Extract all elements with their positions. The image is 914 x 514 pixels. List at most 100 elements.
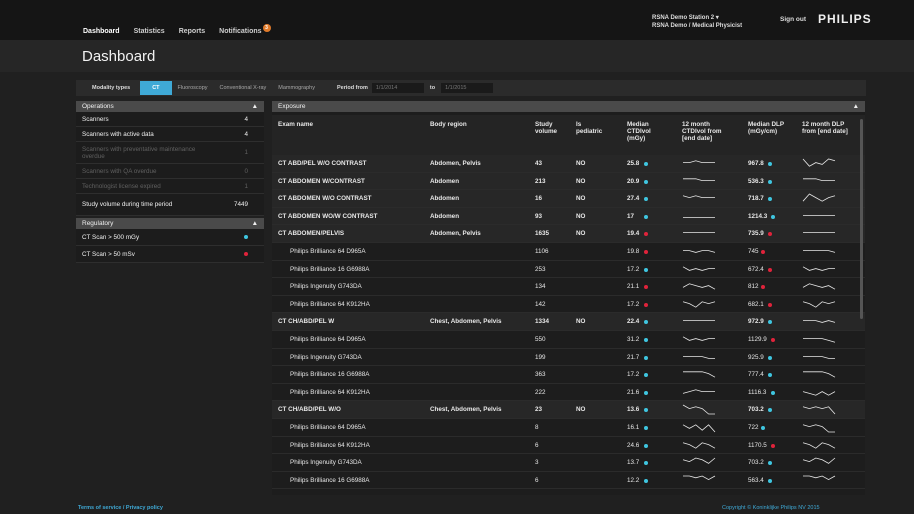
col-12mo-dlp[interactable]: 12 month DLP from [end date]: [802, 121, 852, 135]
col-median-ctdivol[interactable]: Median CTDIvol (mGy): [627, 121, 657, 142]
trend-sparkline[interactable]: [682, 246, 716, 257]
study-volume: 222: [535, 388, 546, 396]
period-from-input[interactable]: 1/1/2014: [371, 83, 424, 93]
median-dlp: 1116.3: [748, 388, 767, 396]
trend-sparkline[interactable]: [802, 440, 836, 451]
exam-name: Philips Brilliance 64 D965A: [290, 247, 366, 255]
scanner-row[interactable]: Philips Brilliance 64 K912HA 222 21.6 1116.…: [272, 384, 865, 402]
trend-sparkline[interactable]: [802, 264, 836, 275]
trend-sparkline[interactable]: [682, 387, 716, 398]
exam-row[interactable]: CT ABDOMEN W/O CONTRAST Abdomen 16 NO 27.4 71…: [272, 190, 865, 208]
collapse-icon[interactable]: ▲: [853, 103, 859, 110]
exposure-header[interactable]: Exposure ▲: [272, 101, 865, 112]
period-to-input[interactable]: 1/1/2015: [441, 83, 494, 93]
trend-sparkline[interactable]: [682, 369, 716, 380]
operations-item[interactable]: Technologist license expired 1: [76, 179, 264, 194]
sign-out-link[interactable]: Sign out: [780, 16, 806, 23]
exam-name: CT ABD/PEL W/O CONTRAST: [278, 160, 367, 167]
trend-sparkline[interactable]: [802, 422, 836, 433]
trend-sparkline[interactable]: [682, 281, 716, 292]
trend-sparkline[interactable]: [682, 158, 716, 169]
operations-item[interactable]: Study volume during time period 7449: [76, 194, 264, 216]
trend-sparkline[interactable]: [802, 158, 836, 169]
collapse-icon[interactable]: ▲: [252, 220, 258, 227]
median-dlp: 703.2: [748, 406, 764, 414]
col-study-volume[interactable]: Study volume: [535, 121, 565, 135]
median-ctdivol: 17.2: [627, 300, 640, 308]
trend-sparkline[interactable]: [682, 422, 716, 433]
exam-row[interactable]: CT ABDOMEN W/CONTRAST Abdomen 213 NO 20.9 536…: [272, 172, 865, 191]
scanner-row[interactable]: Philips Brilliance 64 K912HA 142 17.2 682.1: [272, 296, 865, 314]
trend-sparkline[interactable]: [802, 246, 836, 257]
scanner-row[interactable]: Philips Brilliance 64 D965A 1106 19.8 745: [272, 243, 865, 261]
scanner-row[interactable]: Philips Ingenuity G743DA 134 21.1 812: [272, 278, 865, 296]
modality-fluoroscopy-button[interactable]: Fluoroscopy: [172, 81, 214, 95]
trend-sparkline[interactable]: [802, 211, 836, 222]
trend-sparkline[interactable]: [682, 440, 716, 451]
collapse-icon[interactable]: ▲: [252, 103, 258, 110]
trend-sparkline[interactable]: [682, 457, 716, 468]
trend-sparkline[interactable]: [802, 176, 836, 187]
operations-header[interactable]: Operations ▲: [76, 101, 264, 112]
scanner-row[interactable]: Philips Brilliance 16 G6988A 6 12.2 563.4: [272, 472, 865, 490]
exam-row[interactable]: CT ABD/PEL W/O CONTRAST Abdomen, Pelvis 43…: [272, 155, 865, 173]
regulatory-item[interactable]: CT Scan > 500 mGy: [76, 229, 264, 246]
trend-sparkline[interactable]: [802, 316, 836, 327]
col-exam-name[interactable]: Exam name: [278, 121, 313, 128]
trend-sparkline[interactable]: [682, 475, 716, 486]
scanner-row[interactable]: Philips Brilliance 16 G6988A 363 17.2 777.4: [272, 366, 865, 384]
trend-sparkline[interactable]: [682, 334, 716, 345]
scanner-row[interactable]: Philips Brilliance 64 D965A 550 31.2 1129.9: [272, 331, 865, 349]
scanner-row[interactable]: Philips Brilliance 64 D965A 8 16.1 722: [272, 419, 865, 437]
trend-sparkline[interactable]: [802, 387, 836, 398]
operations-item[interactable]: Scanners with active data 4: [76, 127, 264, 142]
trend-sparkline[interactable]: [682, 193, 716, 204]
study-volume: 6: [535, 476, 539, 484]
col-body-region[interactable]: Body region: [430, 121, 467, 128]
scanner-row[interactable]: Philips Brilliance 16 G6988A 253 17.2 672.4: [272, 261, 865, 279]
table-scrollbar[interactable]: [860, 119, 863, 319]
trend-sparkline[interactable]: [802, 281, 836, 292]
scanner-row[interactable]: Philips Ingenuity G743DA 199 21.7 925.9: [272, 349, 865, 367]
trend-sparkline[interactable]: [682, 404, 716, 415]
trend-sparkline[interactable]: [682, 228, 716, 239]
trend-sparkline[interactable]: [682, 264, 716, 275]
trend-sparkline[interactable]: [802, 334, 836, 345]
scanner-row[interactable]: Philips Ingenuity G743DA 3 13.7 703.2: [272, 454, 865, 472]
status-dot-icon: [767, 179, 772, 184]
scanner-row[interactable]: Philips Brilliance 64 K912HA 6 24.6 1170.5: [272, 437, 865, 455]
exam-row[interactable]: CT ABDOMEN/PELVIS Abdomen, Pelvis 1635 NO 19…: [272, 225, 865, 243]
exam-row[interactable]: CT ABDOMEN WO/W CONTRAST Abdomen 93 NO 17 121…: [272, 207, 865, 226]
trend-sparkline[interactable]: [682, 211, 716, 222]
col-12mo-ctdivol[interactable]: 12 month CTDIvol from [end date]: [682, 121, 734, 142]
trend-sparkline[interactable]: [802, 193, 836, 204]
col-is-pediatric[interactable]: Is pediatric: [576, 121, 606, 135]
status-dot-icon: [767, 302, 772, 307]
trend-sparkline[interactable]: [802, 457, 836, 468]
regulatory-header[interactable]: Regulatory ▲: [76, 218, 264, 229]
exam-row[interactable]: CT CH/ABD/PEL W/O Chest, Abdomen, Pelvis 2…: [272, 401, 865, 419]
operations-item[interactable]: Scanners with QA overdue 0: [76, 164, 264, 179]
footer-links[interactable]: Terms of service / Privacy policy: [78, 505, 163, 511]
trend-sparkline[interactable]: [802, 369, 836, 380]
trend-sparkline[interactable]: [682, 299, 716, 310]
study-volume: 43: [535, 160, 543, 167]
trend-sparkline[interactable]: [682, 176, 716, 187]
operations-item[interactable]: Scanners 4: [76, 112, 264, 127]
modality-mammography-button[interactable]: Mammography: [272, 81, 321, 95]
body-region: Abdomen, Pelvis: [430, 230, 481, 238]
user-menu[interactable]: RSNA Demo Station 2 ▾ RSNA Demo / Medica…: [652, 14, 742, 30]
regulatory-item[interactable]: CT Scan > 50 mSv: [76, 246, 264, 263]
trend-sparkline[interactable]: [682, 352, 716, 363]
operations-item[interactable]: Scanners with preventative maintenance o…: [76, 142, 264, 164]
modality-ct-button[interactable]: CT: [140, 81, 172, 95]
trend-sparkline[interactable]: [802, 299, 836, 310]
exam-row[interactable]: CT CH/ABD/PEL W Chest, Abdomen, Pelvis 133…: [272, 313, 865, 331]
modality-xray-button[interactable]: Conventional X-ray: [214, 81, 273, 95]
trend-sparkline[interactable]: [802, 475, 836, 486]
trend-sparkline[interactable]: [802, 404, 836, 415]
trend-sparkline[interactable]: [802, 228, 836, 239]
trend-sparkline[interactable]: [802, 352, 836, 363]
trend-sparkline[interactable]: [682, 316, 716, 327]
col-median-dlp[interactable]: Median DLP (mGy/cm): [748, 121, 784, 135]
